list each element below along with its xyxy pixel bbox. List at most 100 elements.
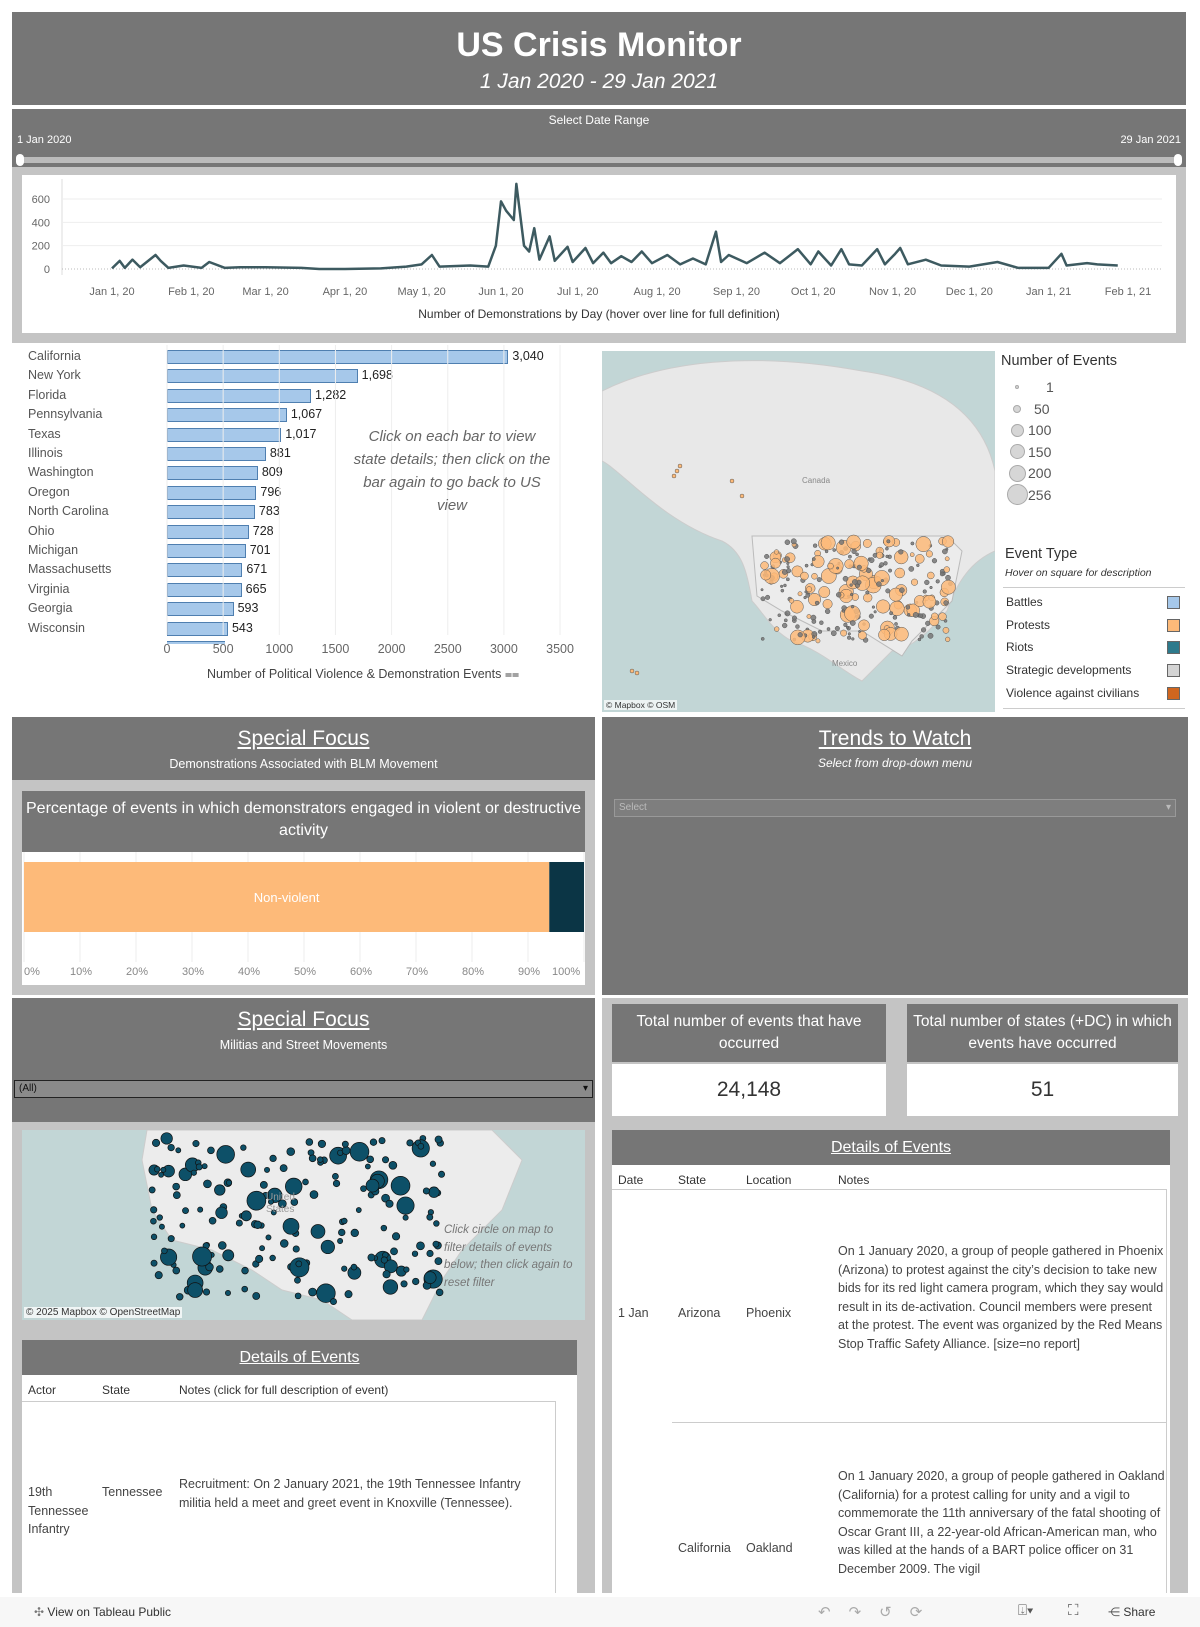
row-notes[interactable]: On 1 January 2020, a group of people gat… bbox=[838, 1467, 1168, 1578]
event-marker[interactable] bbox=[797, 591, 803, 597]
event-marker[interactable] bbox=[770, 557, 781, 569]
event-marker[interactable] bbox=[804, 590, 808, 594]
event-marker[interactable] bbox=[935, 579, 940, 584]
militia-event-marker[interactable] bbox=[429, 1160, 437, 1167]
militia-event-marker[interactable] bbox=[282, 1217, 300, 1235]
event-marker[interactable] bbox=[848, 554, 852, 559]
militia-event-marker[interactable] bbox=[175, 1147, 182, 1154]
militia-event-marker[interactable] bbox=[332, 1173, 339, 1180]
event-marker[interactable] bbox=[777, 613, 782, 618]
event-marker[interactable] bbox=[849, 620, 856, 626]
militia-event-marker[interactable] bbox=[305, 1138, 314, 1146]
event-marker[interactable] bbox=[892, 615, 898, 620]
militia-event-marker[interactable] bbox=[218, 1241, 227, 1250]
event-marker[interactable] bbox=[943, 600, 949, 606]
event-marker[interactable] bbox=[838, 539, 845, 545]
militia-event-marker[interactable] bbox=[207, 1146, 215, 1155]
event-marker[interactable] bbox=[811, 557, 816, 561]
militia-event-marker[interactable] bbox=[255, 1254, 264, 1263]
militia-event-marker[interactable] bbox=[434, 1135, 443, 1144]
event-marker[interactable] bbox=[815, 638, 821, 644]
militia-event-marker[interactable] bbox=[382, 1279, 399, 1295]
militia-event-marker[interactable] bbox=[161, 1247, 168, 1255]
event-marker[interactable] bbox=[760, 637, 765, 641]
militia-event-marker[interactable] bbox=[426, 1249, 434, 1258]
legend-item-strategic-developments[interactable]: Strategic developments bbox=[1006, 659, 1182, 682]
event-marker[interactable] bbox=[942, 548, 948, 555]
event-marker[interactable] bbox=[780, 588, 785, 593]
event-marker[interactable] bbox=[945, 574, 951, 581]
event-marker[interactable] bbox=[846, 534, 861, 550]
event-marker[interactable] bbox=[941, 535, 955, 548]
militia-event-marker[interactable] bbox=[402, 1214, 409, 1221]
militia-event-marker[interactable] bbox=[400, 1280, 408, 1288]
event-marker[interactable] bbox=[780, 584, 784, 588]
event-marker[interactable] bbox=[811, 619, 817, 624]
militia-event-marker[interactable] bbox=[154, 1271, 163, 1280]
militia-event-marker[interactable] bbox=[341, 1217, 348, 1225]
event-marker[interactable] bbox=[916, 563, 920, 568]
militia-event-marker[interactable] bbox=[367, 1253, 376, 1262]
militia-event-marker[interactable] bbox=[355, 1207, 362, 1213]
event-marker[interactable] bbox=[888, 568, 893, 573]
militia-event-marker[interactable] bbox=[150, 1259, 158, 1267]
event-marker[interactable] bbox=[945, 636, 951, 642]
militia-event-marker[interactable] bbox=[192, 1246, 212, 1267]
militia-event-marker[interactable] bbox=[388, 1160, 398, 1170]
event-marker[interactable] bbox=[847, 632, 851, 636]
militia-event-marker[interactable] bbox=[214, 1184, 226, 1196]
militia-event-marker[interactable] bbox=[309, 1190, 319, 1199]
event-marker[interactable] bbox=[876, 551, 884, 559]
event-marker[interactable] bbox=[942, 627, 950, 634]
militia-event-marker[interactable] bbox=[269, 1154, 277, 1163]
militia-event-marker[interactable] bbox=[350, 1263, 358, 1271]
column-header-date[interactable]: Date bbox=[618, 1173, 643, 1187]
militia-event-marker[interactable] bbox=[225, 1179, 233, 1186]
event-marker[interactable] bbox=[811, 635, 816, 639]
event-marker[interactable] bbox=[885, 554, 889, 559]
event-marker[interactable] bbox=[851, 548, 857, 555]
militias-focus-title[interactable]: Special Focus bbox=[12, 1008, 595, 1032]
militia-event-marker[interactable] bbox=[201, 1163, 208, 1170]
event-marker[interactable] bbox=[851, 637, 855, 641]
column-header-notes[interactable]: Notes (click for full description of eve… bbox=[179, 1383, 388, 1397]
event-marker[interactable] bbox=[910, 578, 919, 586]
militia-event-marker[interactable] bbox=[382, 1270, 391, 1279]
militia-event-marker[interactable] bbox=[156, 1214, 163, 1221]
legend-item-protests[interactable]: Protests bbox=[1006, 614, 1182, 637]
militia-event-marker[interactable] bbox=[317, 1139, 326, 1148]
event-marker[interactable] bbox=[773, 549, 780, 555]
event-marker[interactable] bbox=[791, 615, 797, 621]
event-marker[interactable] bbox=[830, 630, 837, 637]
militia-map[interactable]: United States Click circle on map to fil… bbox=[22, 1130, 585, 1320]
militia-event-marker[interactable] bbox=[341, 1140, 349, 1148]
event-marker[interactable] bbox=[908, 566, 915, 572]
militia-event-marker[interactable] bbox=[216, 1145, 235, 1164]
militia-event-marker[interactable] bbox=[160, 1166, 167, 1173]
event-marker[interactable] bbox=[629, 668, 635, 674]
event-marker[interactable] bbox=[760, 569, 772, 581]
militia-event-marker[interactable] bbox=[148, 1186, 156, 1194]
militia-event-marker[interactable] bbox=[396, 1196, 415, 1215]
militia-event-marker[interactable] bbox=[294, 1276, 301, 1284]
militia-event-marker[interactable] bbox=[390, 1176, 411, 1196]
event-marker[interactable] bbox=[782, 622, 788, 629]
bar-x-axis-title[interactable]: Number of Political Violence & Demonstra… bbox=[207, 667, 519, 682]
militia-event-marker[interactable] bbox=[378, 1137, 386, 1145]
militia-event-marker[interactable] bbox=[240, 1144, 247, 1151]
militia-event-marker[interactable] bbox=[434, 1257, 443, 1266]
militia-filter-dropdown[interactable]: (All) ▾ bbox=[14, 1080, 593, 1098]
militia-event-marker[interactable] bbox=[203, 1288, 211, 1296]
event-marker[interactable] bbox=[814, 600, 820, 606]
event-marker[interactable] bbox=[790, 538, 797, 545]
militia-event-marker[interactable] bbox=[385, 1199, 394, 1208]
militia-event-marker[interactable] bbox=[416, 1241, 425, 1251]
event-marker[interactable] bbox=[917, 637, 922, 642]
militia-event-marker[interactable] bbox=[150, 1206, 158, 1214]
militia-event-marker[interactable] bbox=[330, 1298, 337, 1306]
militia-event-marker[interactable] bbox=[269, 1254, 276, 1262]
event-marker[interactable] bbox=[856, 564, 862, 570]
militia-event-marker[interactable] bbox=[360, 1185, 367, 1192]
event-marker[interactable] bbox=[879, 562, 885, 568]
event-marker[interactable] bbox=[939, 571, 945, 577]
